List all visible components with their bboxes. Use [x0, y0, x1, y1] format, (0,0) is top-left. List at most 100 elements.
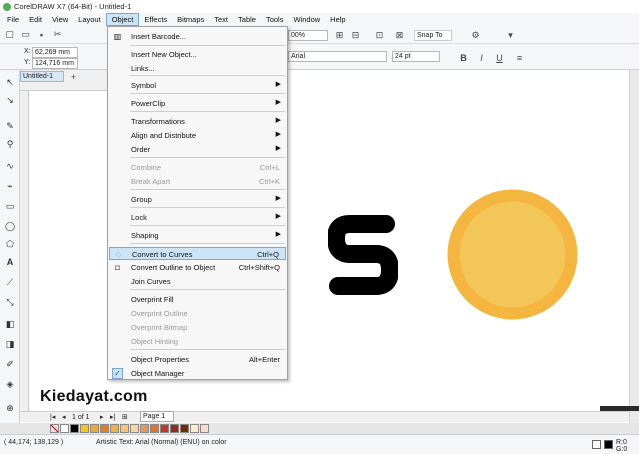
y-position-field[interactable]: 124,716 mm	[32, 58, 78, 69]
fill-color-swatch[interactable]	[604, 440, 613, 449]
menu-tools[interactable]: Tools	[261, 13, 289, 26]
menu-item-lock[interactable]: Lock ▶	[109, 211, 286, 224]
menu-item-object-manager[interactable]: ✓ Object Manager	[109, 367, 286, 380]
transparency-icon[interactable]: ◨	[4, 338, 16, 350]
menu-item-object-properties[interactable]: Object Properties Alt+Enter	[109, 353, 286, 366]
menu-item-convert-to-curves[interactable]: ◌ Convert to Curves Ctrl+Q	[109, 247, 286, 260]
convert-curves-icon: ◌	[116, 250, 121, 259]
menu-item-powerclip[interactable]: PowerClip ▶	[109, 97, 286, 110]
freehand-tool-icon[interactable]: ∿	[4, 160, 16, 172]
open-icon[interactable]: ▭	[20, 29, 31, 40]
italic-icon[interactable]: I	[476, 52, 487, 63]
save-icon[interactable]: ▪	[36, 29, 47, 40]
palette-swatch[interactable]	[200, 424, 209, 433]
menu-item-links[interactable]: Links...	[109, 62, 286, 75]
palette-swatch[interactable]	[60, 424, 69, 433]
menu-effects[interactable]: Effects	[139, 13, 172, 26]
first-page-icon[interactable]: |◂	[50, 412, 55, 423]
palette-swatch[interactable]	[180, 424, 189, 433]
ellipse-tool-icon[interactable]: ◯	[4, 220, 16, 232]
launch-icon[interactable]: ▾	[505, 30, 516, 41]
font-size-dropdown[interactable]: 24 pt	[392, 51, 440, 62]
eyedropper-icon[interactable]: ✐	[4, 358, 16, 370]
palette-swatch[interactable]	[90, 424, 99, 433]
new-document-icon[interactable]: ▢	[4, 29, 15, 40]
parallel-dimension-icon[interactable]: ⟋	[4, 276, 16, 288]
menu-file[interactable]: File	[2, 13, 24, 26]
menu-item-insert-barcode[interactable]: ▥ Insert Barcode...	[109, 30, 286, 43]
tab-untitled-1[interactable]: Untitled-1	[20, 71, 64, 82]
menu-item-overprint-fill[interactable]: Overprint Fill	[109, 293, 286, 306]
menu-item-transformations[interactable]: Transformations ▶	[109, 115, 286, 128]
coin-circle[interactable]	[447, 189, 578, 320]
drop-shadow-icon[interactable]: ◧	[4, 318, 16, 330]
menu-item-label: Convert to Curves	[132, 250, 193, 259]
palette-swatch[interactable]	[150, 424, 159, 433]
rulers-icon[interactable]: ⊠	[394, 30, 405, 41]
palette-swatch[interactable]	[190, 424, 199, 433]
add-page-icon[interactable]: ⊞	[122, 412, 128, 423]
menu-item-join-curves[interactable]: Join Curves	[109, 275, 286, 288]
menu-view[interactable]: View	[47, 13, 73, 26]
menu-table[interactable]: Table	[233, 13, 261, 26]
menu-item-shaping[interactable]: Shaping ▶	[109, 229, 286, 242]
palette-swatch[interactable]	[110, 424, 119, 433]
connector-tool-icon[interactable]: ⤡	[4, 296, 16, 308]
no-color-swatch[interactable]	[50, 424, 59, 433]
menu-item-insert-new-object[interactable]: Insert New Object...	[109, 48, 286, 61]
menu-text[interactable]: Text	[209, 13, 233, 26]
interactive-fill-icon[interactable]: ◈	[4, 378, 16, 390]
snap-to-dropdown[interactable]: Snap To	[414, 30, 452, 41]
palette-swatch[interactable]	[140, 424, 149, 433]
palette-swatch[interactable]	[70, 424, 79, 433]
fill-none-swatch[interactable]	[592, 440, 601, 449]
zoom-tool-icon[interactable]: ⚲	[4, 138, 16, 150]
menu-item-align-and-distribute[interactable]: Align and Distribute ▶	[109, 129, 286, 142]
shape-tool-icon[interactable]: ↘	[4, 94, 16, 106]
menu-item-order[interactable]: Order ▶	[109, 143, 286, 156]
pick-tool-icon[interactable]: ↖	[4, 76, 16, 88]
polygon-tool-icon[interactable]: ⬠	[4, 238, 16, 250]
artistic-media-icon[interactable]: ⌁	[4, 180, 16, 192]
bold-icon[interactable]: B	[458, 52, 469, 63]
font-dropdown[interactable]: Arial	[288, 51, 387, 62]
menu-help[interactable]: Help	[325, 13, 350, 26]
crop-tool-icon[interactable]: ✎	[4, 120, 16, 132]
text-object-s[interactable]	[328, 210, 398, 300]
horizontal-ruler[interactable]	[20, 82, 108, 91]
menu-item-label: Transformations	[131, 117, 185, 126]
docker-strip[interactable]	[629, 70, 639, 434]
menu-bitmaps[interactable]: Bitmaps	[172, 13, 209, 26]
menu-object[interactable]: Object	[105, 13, 140, 26]
palette-swatch[interactable]	[160, 424, 169, 433]
text-tool-icon[interactable]: A	[4, 256, 16, 268]
add-tab-icon[interactable]: +	[68, 71, 79, 82]
prev-page-icon[interactable]: ◂	[62, 412, 66, 423]
grid-icon[interactable]: ⊡	[374, 30, 385, 41]
align-icon[interactable]: ≡	[514, 52, 525, 63]
menu-edit[interactable]: Edit	[24, 13, 47, 26]
next-page-icon[interactable]: ▸	[100, 412, 104, 423]
vertical-ruler[interactable]	[20, 91, 29, 411]
palette-swatch[interactable]	[130, 424, 139, 433]
zoom-level-field[interactable]: 00%	[288, 30, 328, 41]
palette-swatch[interactable]	[80, 424, 89, 433]
palette-swatch[interactable]	[170, 424, 179, 433]
full-screen-icon[interactable]: ⊞	[334, 30, 345, 41]
palette-swatch[interactable]	[100, 424, 109, 433]
menu-item-convert-outline-to-object[interactable]: ◘ Convert Outline to Object Ctrl+Shift+Q	[109, 261, 286, 274]
menu-layout[interactable]: Layout	[73, 13, 106, 26]
add-tool-icon[interactable]: ⊕	[4, 402, 16, 414]
menu-item-group[interactable]: Group ▶	[109, 193, 286, 206]
menu-window[interactable]: Window	[288, 13, 325, 26]
options-icon[interactable]: ⚙	[470, 30, 481, 41]
zoom-page-icon[interactable]: ⊟	[350, 30, 361, 41]
last-page-icon[interactable]: ▸|	[110, 412, 115, 423]
underline-icon[interactable]: U	[494, 52, 505, 63]
rectangle-tool-icon[interactable]: ▭	[4, 200, 16, 212]
x-position-field[interactable]: 62,269 mm	[32, 47, 78, 58]
palette-swatch[interactable]	[120, 424, 129, 433]
cut-icon[interactable]: ✂	[52, 29, 63, 40]
page-1-tab[interactable]: Page 1	[140, 411, 174, 422]
menu-item-symbol[interactable]: Symbol ▶	[109, 79, 286, 92]
